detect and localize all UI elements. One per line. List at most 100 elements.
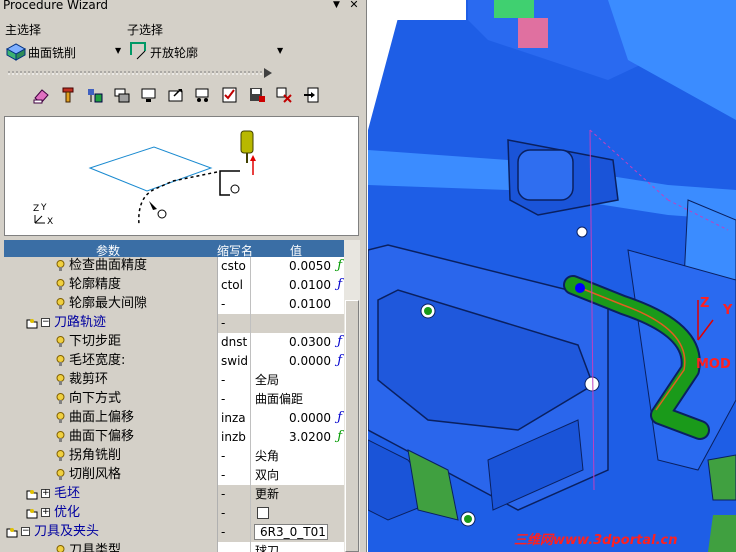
eraser-icon[interactable] bbox=[28, 84, 54, 106]
optimize-checkbox[interactable] bbox=[257, 507, 269, 519]
formula-icon[interactable]: ƒ bbox=[337, 428, 342, 446]
param-value[interactable]: 曲面偏距 bbox=[255, 390, 303, 408]
param-name-cell: 检查曲面精度 bbox=[4, 257, 218, 276]
param-label: 曲面下偏移 bbox=[69, 429, 135, 444]
formula-icon[interactable]: ƒ bbox=[337, 276, 342, 294]
param-value[interactable]: 0.0050 bbox=[289, 257, 331, 275]
param-row[interactable]: 裁剪环 - 全局 bbox=[4, 371, 344, 390]
param-value-cell[interactable]: 球刀 bbox=[251, 542, 344, 552]
expand-icon[interactable]: + bbox=[41, 508, 50, 517]
param-value-cell[interactable]: 0.0000 ƒ bbox=[251, 352, 344, 371]
monitor-icon[interactable] bbox=[136, 84, 162, 106]
param-abbr-cell: - bbox=[218, 371, 251, 390]
sub-select-label: 子选择 bbox=[127, 23, 164, 37]
collapse-icon[interactable]: − bbox=[21, 527, 30, 536]
main-select-combo[interactable]: 曲面铣削 ▼ bbox=[4, 41, 124, 61]
param-value[interactable]: 球刀 bbox=[255, 542, 279, 552]
lightbulb-icon bbox=[56, 469, 65, 481]
param-value[interactable]: 全局 bbox=[255, 371, 279, 389]
param-group-label: 优化 bbox=[54, 505, 81, 520]
viewport-axis-mod: MOD bbox=[696, 357, 731, 372]
grid-scrollbar[interactable] bbox=[344, 240, 360, 552]
pin-icon[interactable]: ▼ bbox=[333, 0, 340, 10]
preview-axis-x: X bbox=[47, 217, 53, 227]
formula-icon[interactable]: ƒ bbox=[337, 409, 342, 427]
param-row[interactable]: 曲面上偏移 inza 0.0000 ƒ bbox=[4, 409, 344, 428]
close-button[interactable]: ✕ bbox=[347, 0, 361, 12]
param-row[interactable]: 刀具类型 球刀 bbox=[4, 542, 344, 552]
param-row[interactable]: 轮廓精度 ctol 0.0100 ƒ bbox=[4, 276, 344, 295]
param-value-cell[interactable]: 0.0100 bbox=[251, 295, 344, 314]
param-row[interactable]: 轮廓最大间隙 - 0.0100 bbox=[4, 295, 344, 314]
param-value-cell[interactable]: 6R3_0_T01 bbox=[251, 523, 344, 542]
param-row[interactable]: 曲面下偏移 inzb 3.0200 ƒ bbox=[4, 428, 344, 447]
scrollbar-thumb[interactable] bbox=[345, 300, 359, 552]
param-value-cell[interactable]: 0.0000 ƒ bbox=[251, 409, 344, 428]
param-value[interactable]: 双向 bbox=[255, 466, 279, 484]
param-name-cell: − 刀路轨迹 bbox=[4, 314, 218, 333]
save-icon[interactable] bbox=[244, 84, 270, 106]
param-value[interactable]: 0.0100 bbox=[289, 295, 331, 313]
param-row[interactable]: 切削风格 - 双向 bbox=[4, 466, 344, 485]
param-value-cell[interactable]: 全局 bbox=[251, 371, 344, 390]
param-value[interactable]: 尖角 bbox=[255, 447, 279, 465]
param-row[interactable]: + 毛坯 - 更新 bbox=[4, 485, 344, 504]
param-row[interactable]: 检查曲面精度 csto 0.0050 ƒ bbox=[4, 257, 344, 276]
export-icon[interactable] bbox=[298, 84, 324, 106]
param-value-cell[interactable]: 0.0100 ƒ bbox=[251, 276, 344, 295]
param-row[interactable]: 向下方式 - 曲面偏距 bbox=[4, 390, 344, 409]
grid-header: 参数 缩写名 值 bbox=[4, 240, 344, 258]
param-row[interactable]: 拐角铣削 - 尖角 bbox=[4, 447, 344, 466]
chevron-down-icon[interactable]: ▼ bbox=[277, 46, 283, 55]
chevron-down-icon[interactable]: ▼ bbox=[115, 46, 121, 55]
divider-decoration bbox=[8, 68, 272, 78]
lightbulb-icon bbox=[56, 260, 65, 272]
param-abbr-cell: ctol bbox=[218, 276, 251, 295]
cad-viewport[interactable]: Z Y MOD bbox=[368, 0, 736, 552]
param-value[interactable]: 0.0300 bbox=[289, 333, 331, 351]
param-value-cell[interactable]: 更新 bbox=[251, 485, 344, 504]
param-name-cell: 轮廓精度 bbox=[4, 276, 218, 295]
param-value[interactable]: 0.0000 bbox=[289, 409, 331, 427]
param-value[interactable]: 更新 bbox=[255, 485, 279, 503]
param-row[interactable]: + 优化 - bbox=[4, 504, 344, 523]
collapse-icon[interactable]: − bbox=[41, 318, 50, 327]
param-value[interactable]: 0.0100 bbox=[289, 276, 331, 294]
param-value-cell[interactable]: 0.0050 ƒ bbox=[251, 257, 344, 276]
param-value-cell[interactable]: 0.0300 ƒ bbox=[251, 333, 344, 352]
settings-icon[interactable] bbox=[271, 84, 297, 106]
param-value-cell[interactable] bbox=[251, 314, 344, 333]
param-value-cell[interactable]: 曲面偏距 bbox=[251, 390, 344, 409]
param-value[interactable]: 3.0200 bbox=[289, 428, 331, 446]
folder-arrow-icon[interactable] bbox=[163, 84, 189, 106]
formula-icon[interactable]: ƒ bbox=[337, 352, 342, 370]
param-row[interactable]: − 刀路轨迹 - bbox=[4, 314, 344, 333]
param-value-cell[interactable]: 3.0200 ƒ bbox=[251, 428, 344, 447]
param-value-cell[interactable] bbox=[251, 504, 344, 523]
param-abbr-cell: inza bbox=[218, 409, 251, 428]
formula-icon[interactable]: ƒ bbox=[337, 257, 342, 275]
param-value[interactable]: 0.0000 bbox=[289, 352, 331, 370]
stock-icon[interactable] bbox=[109, 84, 135, 106]
param-row[interactable]: − 刀具及夹头 -6R3_0_T01 bbox=[4, 523, 344, 542]
formula-icon[interactable]: ƒ bbox=[337, 333, 342, 351]
param-label: 拐角铣削 bbox=[69, 448, 122, 463]
wizard-titlebar[interactable]: Procedure Wizard ▼ ✕ bbox=[0, 0, 366, 14]
param-abbr-cell: - bbox=[218, 295, 251, 314]
machine-icon[interactable] bbox=[190, 84, 216, 106]
param-value-cell[interactable]: 双向 bbox=[251, 466, 344, 485]
preview-axis-y: Y bbox=[40, 203, 47, 213]
tool-combo-value[interactable]: 6R3_0_T01 bbox=[254, 524, 328, 540]
folder-icon bbox=[26, 317, 38, 329]
tool-icon[interactable] bbox=[55, 84, 81, 106]
param-row[interactable]: 下切步距 dnst 0.0300 ƒ bbox=[4, 333, 344, 352]
expand-icon[interactable]: + bbox=[41, 489, 50, 498]
param-value-cell[interactable]: 尖角 bbox=[251, 447, 344, 466]
param-row[interactable]: 毛坯宽度: swid 0.0000 ƒ bbox=[4, 352, 344, 371]
tool-holder-icon[interactable] bbox=[82, 84, 108, 106]
checklist-icon[interactable] bbox=[217, 84, 243, 106]
sub-select-combo[interactable]: 开放轮廓 ▼ bbox=[127, 39, 287, 60]
viewport-scene: Z Y MOD bbox=[368, 0, 736, 552]
param-name-cell: 向下方式 bbox=[4, 390, 218, 409]
viewport-axis-y: Y bbox=[722, 303, 733, 318]
